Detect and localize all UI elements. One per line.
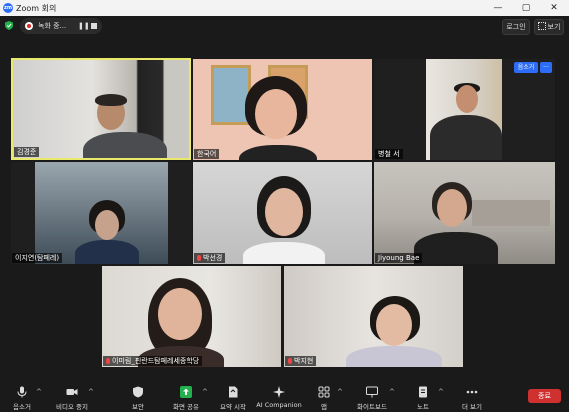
participant-face: [437, 189, 467, 227]
recording-dot-icon: [25, 22, 33, 30]
video-tile[interactable]: 음소거 ··· 병철 서: [374, 59, 555, 160]
share-screen-button[interactable]: 화면 공유: [168, 382, 204, 412]
mute-label: 음소거: [13, 403, 31, 411]
apps-icon: [318, 386, 330, 398]
summary-icon: [229, 386, 238, 398]
recording-indicator: 녹화 중... ❚❚: [20, 18, 102, 34]
participant-name-label: 박선경: [194, 253, 226, 263]
video-camera-icon: [66, 389, 78, 395]
participant-face: [95, 210, 119, 240]
participant-face: [255, 89, 297, 139]
meeting-controls-toolbar: 음소거 ^ 비디오 중지 ^ 보안 화면 공유 ^ 요약 시작 AI Compa…: [0, 382, 569, 412]
end-meeting-button[interactable]: 종료: [528, 389, 561, 403]
notes-label: 노트: [417, 403, 429, 411]
participant-face: [265, 188, 303, 236]
share-screen-label: 화면 공유: [173, 403, 199, 411]
participant-body: [75, 240, 139, 264]
zoom-logo-icon: zm: [3, 3, 13, 13]
participant-body: [346, 346, 442, 367]
participant-face: [158, 288, 202, 340]
participant-face: [456, 85, 478, 113]
whiteboard-options-chevron-icon[interactable]: ^: [389, 388, 395, 396]
participant-hair: [95, 94, 127, 106]
video-tile-active-speaker[interactable]: 김경준: [11, 58, 191, 160]
muted-mic-icon: [106, 358, 110, 364]
recording-label: 녹화 중...: [38, 22, 67, 30]
encryption-shield-icon[interactable]: [5, 21, 13, 30]
pause-recording-button[interactable]: ❚❚: [78, 18, 90, 34]
apps-label: 앱: [321, 403, 327, 411]
start-summary-button[interactable]: 요약 시작: [214, 382, 252, 412]
more-icon: [466, 390, 478, 394]
share-options-chevron-icon[interactable]: ^: [202, 388, 208, 396]
participant-name-label: 이지연(탐페레): [12, 253, 63, 263]
participant-name-label: Jiyoung Bae: [375, 253, 423, 263]
apps-button[interactable]: 앱: [312, 382, 336, 412]
login-button[interactable]: 로그인: [502, 19, 530, 35]
minimize-button[interactable]: —: [484, 0, 512, 16]
window-title-bar: zm Zoom 회의 — ▢ ✕: [0, 0, 569, 16]
view-button[interactable]: 보기: [534, 19, 564, 35]
share-screen-icon: [180, 386, 192, 398]
muted-mic-icon: [197, 255, 201, 261]
participant-name-label: 이미림_핀란드탐페레세종학당: [103, 356, 203, 366]
participant-name-text: 박선경: [203, 254, 223, 262]
grid-view-icon: [537, 22, 546, 30]
close-window-button[interactable]: ✕: [540, 0, 568, 16]
participant-body: [430, 115, 502, 160]
audio-options-chevron-icon[interactable]: ^: [36, 388, 42, 396]
participant-name-label: 박지현: [285, 356, 317, 366]
video-tile[interactable]: Jiyoung Bae: [374, 162, 555, 264]
security-button[interactable]: 보안: [122, 382, 154, 412]
mute-button[interactable]: 음소거: [4, 382, 40, 412]
participant-body: [414, 232, 498, 264]
sparkle-icon: [273, 386, 285, 398]
video-tile[interactable]: 이지연(탐페레): [11, 162, 192, 264]
tile-more-options-button[interactable]: ···: [540, 62, 552, 73]
participant-body: [243, 242, 325, 264]
shield-icon: [133, 386, 143, 398]
participant-name-text: 박지현: [294, 357, 314, 365]
participant-name-label: 병철 서: [375, 149, 403, 159]
more-button[interactable]: 더 보기: [458, 382, 486, 412]
notes-icon: [419, 386, 427, 398]
start-summary-label: 요약 시작: [220, 403, 246, 411]
apps-options-chevron-icon[interactable]: ^: [337, 388, 343, 396]
unmute-request-button[interactable]: 음소거: [514, 62, 538, 73]
stop-video-button[interactable]: 비디오 중지: [50, 382, 94, 412]
muted-mic-icon: [288, 358, 292, 364]
view-label: 보기: [547, 23, 561, 31]
participant-body: [83, 132, 167, 158]
window-title: Zoom 회의: [16, 4, 57, 13]
participant-name-label: 김경준: [14, 147, 40, 157]
whiteboard-button[interactable]: 화이트보드: [352, 382, 392, 412]
video-tile[interactable]: 한국어: [193, 59, 372, 160]
video-tile[interactable]: 이미림_핀란드탐페레세종학당: [102, 266, 281, 367]
meeting-top-bar: 녹화 중... ❚❚ 로그인 보기: [0, 16, 569, 36]
video-options-chevron-icon[interactable]: ^: [88, 388, 94, 396]
whiteboard-label: 화이트보드: [357, 403, 387, 411]
notes-options-chevron-icon[interactable]: ^: [438, 388, 444, 396]
ai-companion-label: AI Companion: [256, 401, 302, 409]
maximize-button[interactable]: ▢: [512, 0, 540, 16]
whiteboard-icon: [366, 386, 378, 398]
stop-recording-button[interactable]: [91, 23, 97, 29]
security-label: 보안: [132, 403, 144, 411]
participant-name-text: 이미림_핀란드탐페레세종학당: [112, 357, 200, 365]
participant-face: [376, 304, 412, 346]
participant-name-label: 한국어: [194, 149, 220, 159]
more-label: 더 보기: [461, 403, 482, 411]
ai-companion-button[interactable]: AI Companion: [256, 382, 302, 412]
video-tile[interactable]: 박선경: [193, 162, 372, 264]
notes-button[interactable]: 노트: [410, 382, 436, 412]
microphone-icon: [17, 386, 27, 398]
video-tile[interactable]: 박지현: [284, 266, 463, 367]
background-shelf: [472, 200, 550, 226]
stop-video-label: 비디오 중지: [56, 403, 88, 411]
